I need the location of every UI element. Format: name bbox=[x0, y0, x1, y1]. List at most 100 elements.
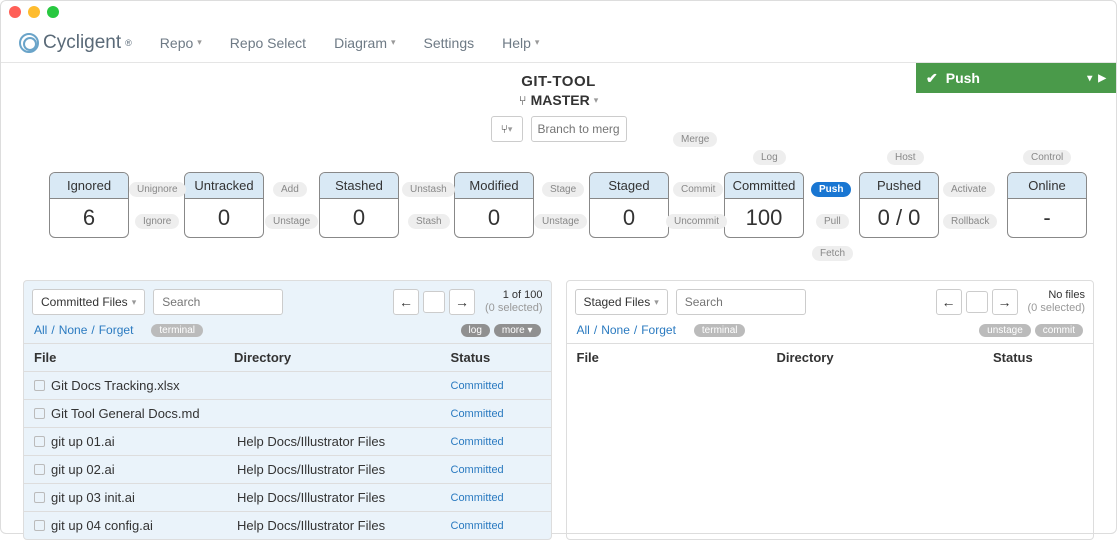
pill-control[interactable]: Control bbox=[1023, 150, 1071, 165]
menu-settings[interactable]: Settings bbox=[424, 35, 475, 51]
search-input[interactable] bbox=[676, 289, 806, 315]
pill-uncommit[interactable]: Uncommit bbox=[666, 214, 727, 229]
branch-name: MASTER bbox=[531, 92, 590, 108]
table-row[interactable]: Git Tool General Docs.md Committed bbox=[24, 399, 551, 427]
pill-log[interactable]: Log bbox=[753, 150, 786, 165]
box-untracked[interactable]: Untracked0 bbox=[184, 172, 264, 238]
menu-repo-select[interactable]: Repo Select bbox=[230, 35, 306, 51]
workflow-diagram: Ignored6 Untracked0 Stashed0 Modified0 S… bbox=[1, 132, 1116, 272]
box-committed[interactable]: Committed100 bbox=[724, 172, 804, 238]
menu-diagram[interactable]: Diagram▾ bbox=[334, 35, 395, 51]
row-checkbox[interactable] bbox=[34, 464, 45, 475]
pill-unignore[interactable]: Unignore bbox=[129, 182, 186, 197]
branch-icon: ⑂ bbox=[519, 93, 527, 108]
check-icon: ✔ bbox=[926, 70, 938, 87]
maximize-window-icon[interactable] bbox=[47, 6, 59, 18]
table-row[interactable]: git up 04 config.ai Help Docs/Illustrato… bbox=[24, 511, 551, 539]
terminal-pill[interactable]: terminal bbox=[151, 324, 203, 337]
branch-selector[interactable]: ⑂ MASTER ▾ bbox=[1, 92, 1116, 108]
select-checkbox[interactable] bbox=[423, 291, 445, 313]
table-row[interactable]: git up 01.ai Help Docs/Illustrator Files… bbox=[24, 427, 551, 455]
terminal-pill[interactable]: terminal bbox=[694, 324, 746, 337]
cell-file: Git Tool General Docs.md bbox=[51, 406, 237, 421]
cell-dir: Help Docs/Illustrator Files bbox=[237, 518, 451, 533]
row-checkbox[interactable] bbox=[34, 520, 45, 531]
next-button[interactable]: → bbox=[449, 289, 475, 315]
menubar: Cycligent® Repo▾ Repo Select Diagram▾ Se… bbox=[1, 23, 1116, 63]
file-filter-dropdown[interactable]: Committed Files▾ bbox=[32, 289, 145, 315]
app-logo: Cycligent® bbox=[19, 32, 132, 54]
row-checkbox[interactable] bbox=[34, 436, 45, 447]
box-staged[interactable]: Staged0 bbox=[589, 172, 669, 238]
pill-rollback[interactable]: Rollback bbox=[943, 214, 997, 229]
pill-merge[interactable]: Merge bbox=[673, 132, 717, 147]
forget-link[interactable]: Forget bbox=[641, 323, 676, 337]
logo-text: Cycligent bbox=[43, 32, 121, 54]
pill-pull[interactable]: Pull bbox=[816, 214, 849, 229]
col-dir: Directory bbox=[777, 350, 994, 365]
prev-button[interactable]: ← bbox=[936, 289, 962, 315]
pill-unstage[interactable]: Unstage bbox=[265, 214, 318, 229]
col-file: File bbox=[34, 350, 234, 365]
select-all-link[interactable]: All bbox=[34, 323, 47, 337]
table-row[interactable]: Git Docs Tracking.xlsx Committed bbox=[24, 371, 551, 399]
right-panel-toolbar: Staged Files▾ ← → No files (0 selected) bbox=[567, 281, 1094, 323]
box-pushed[interactable]: Pushed0 / 0 bbox=[859, 172, 939, 238]
select-checkbox[interactable] bbox=[966, 291, 988, 313]
col-file: File bbox=[577, 350, 777, 365]
col-status: Status bbox=[451, 350, 541, 365]
row-checkbox[interactable] bbox=[34, 492, 45, 503]
commit-pill[interactable]: commit bbox=[1035, 324, 1083, 337]
caret-down-icon: ▾ bbox=[197, 37, 202, 48]
pill-ignore[interactable]: Ignore bbox=[135, 214, 179, 229]
menu-repo[interactable]: Repo▾ bbox=[160, 35, 202, 51]
push-label: Push bbox=[946, 70, 980, 86]
pill-add[interactable]: Add bbox=[273, 182, 307, 197]
box-online[interactable]: Online- bbox=[1007, 172, 1087, 238]
log-pill[interactable]: log bbox=[461, 324, 490, 337]
col-dir: Directory bbox=[234, 350, 451, 365]
prev-button[interactable]: ← bbox=[393, 289, 419, 315]
box-stashed[interactable]: Stashed0 bbox=[319, 172, 399, 238]
cell-status: Committed bbox=[451, 408, 541, 420]
pagination-info: No files (0 selected) bbox=[1028, 289, 1085, 315]
pill-commit[interactable]: Commit bbox=[673, 182, 723, 197]
cycligent-icon bbox=[19, 33, 39, 53]
unstage-pill[interactable]: unstage bbox=[979, 324, 1031, 337]
play-icon: ▶ bbox=[1098, 73, 1106, 84]
forget-link[interactable]: Forget bbox=[99, 323, 134, 337]
table-row[interactable]: git up 02.ai Help Docs/Illustrator Files… bbox=[24, 455, 551, 483]
push-action-button[interactable]: ✔ Push ▾ ▶ bbox=[916, 63, 1116, 93]
menu-help[interactable]: Help▾ bbox=[502, 35, 539, 51]
caret-down-icon: ▾ bbox=[594, 95, 599, 106]
more-pill[interactable]: more ▾ bbox=[494, 324, 541, 337]
close-window-icon[interactable] bbox=[9, 6, 21, 18]
left-panel-toolbar: Committed Files▾ ← → 1 of 100 (0 selecte… bbox=[24, 281, 551, 323]
select-all-link[interactable]: All bbox=[577, 323, 590, 337]
table-header: File Directory Status bbox=[567, 343, 1094, 371]
pill-unstash[interactable]: Unstash bbox=[402, 182, 455, 197]
search-input[interactable] bbox=[153, 289, 283, 315]
minimize-window-icon[interactable] bbox=[28, 6, 40, 18]
pill-stash[interactable]: Stash bbox=[408, 214, 450, 229]
right-panel: Staged Files▾ ← → No files (0 selected) … bbox=[566, 280, 1095, 540]
box-ignored[interactable]: Ignored6 bbox=[49, 172, 129, 238]
cell-dir: Help Docs/Illustrator Files bbox=[237, 434, 451, 449]
pill-stage[interactable]: Stage bbox=[542, 182, 584, 197]
next-button[interactable]: → bbox=[992, 289, 1018, 315]
cell-status: Committed bbox=[451, 520, 541, 532]
pill-push[interactable]: Push bbox=[811, 182, 851, 197]
table-header: File Directory Status bbox=[24, 343, 551, 371]
select-none-link[interactable]: None bbox=[59, 323, 88, 337]
row-checkbox[interactable] bbox=[34, 380, 45, 391]
pill-fetch[interactable]: Fetch bbox=[812, 246, 853, 261]
select-none-link[interactable]: None bbox=[601, 323, 630, 337]
pill-host[interactable]: Host bbox=[887, 150, 924, 165]
row-checkbox[interactable] bbox=[34, 408, 45, 419]
table-row[interactable]: git up 03 init.ai Help Docs/Illustrator … bbox=[24, 483, 551, 511]
file-filter-dropdown[interactable]: Staged Files▾ bbox=[575, 289, 668, 315]
box-modified[interactable]: Modified0 bbox=[454, 172, 534, 238]
left-panel: Committed Files▾ ← → 1 of 100 (0 selecte… bbox=[23, 280, 552, 540]
pill-activate[interactable]: Activate bbox=[943, 182, 995, 197]
pill-unstage2[interactable]: Unstage bbox=[534, 214, 587, 229]
